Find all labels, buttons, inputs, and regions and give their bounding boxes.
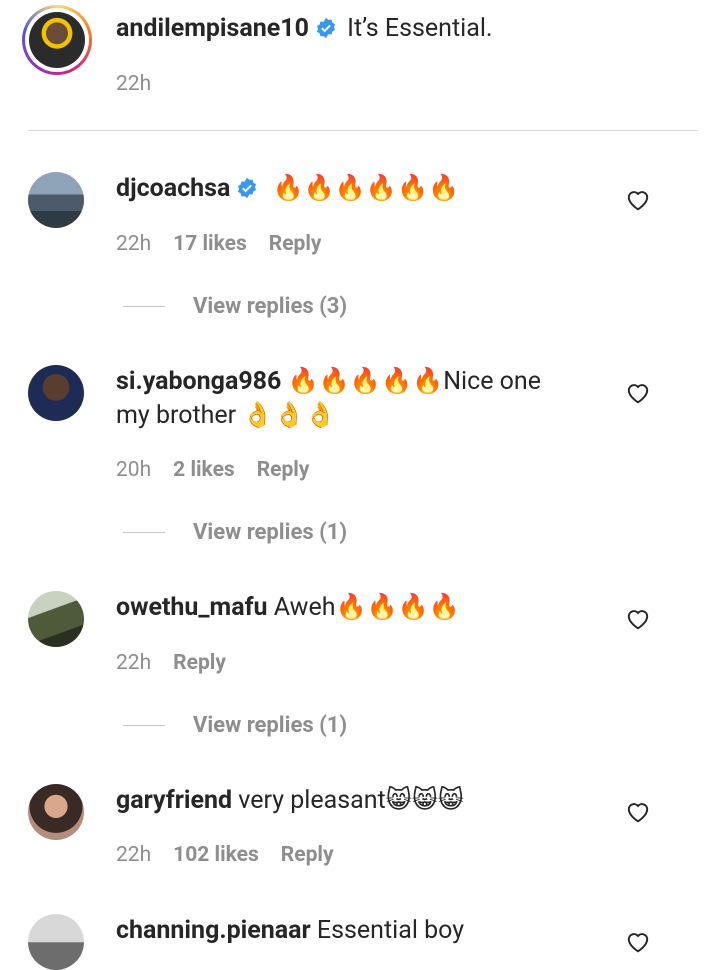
comment-username[interactable]: djcoachsa	[116, 174, 230, 203]
divider	[123, 532, 165, 533]
comment-text: very pleasant😸😸😸	[238, 786, 464, 815]
view-replies-button[interactable]: View replies (3)	[123, 294, 347, 319]
view-replies-label: View replies (1)	[193, 713, 348, 738]
view-replies-button[interactable]: View replies (1)	[123, 520, 347, 545]
avatar[interactable]	[28, 914, 84, 970]
caption-username[interactable]: andilempisane10	[116, 14, 309, 43]
comment-username[interactable]: si.yabonga986	[116, 367, 281, 396]
view-replies-label: View replies (1)	[193, 520, 348, 545]
comment-username[interactable]: channing.pienaar	[116, 916, 311, 945]
caption-avatar-ring[interactable]	[22, 5, 92, 75]
comment-text: 🔥🔥🔥🔥🔥Nice one	[287, 367, 541, 396]
verified-badge-icon	[315, 16, 337, 48]
avatar[interactable]	[28, 172, 84, 228]
comment-time: 22h	[116, 232, 152, 256]
avatar[interactable]	[28, 365, 84, 421]
comment-text: Essential boy	[316, 916, 465, 945]
comment-username[interactable]: garyfriend	[116, 786, 232, 815]
heart-icon[interactable]	[625, 380, 651, 404]
view-replies-label: View replies (3)	[193, 294, 348, 319]
reply-button[interactable]: Reply	[269, 232, 322, 256]
comment-time: 20h	[116, 458, 152, 482]
heart-icon[interactable]	[625, 799, 651, 823]
reply-button[interactable]: Reply	[173, 651, 226, 675]
likes-count[interactable]: 2 likes	[173, 458, 235, 482]
comment-text: my brother 👌👌👌	[116, 401, 336, 430]
heart-icon[interactable]	[625, 929, 651, 953]
comment-time: 22h	[116, 651, 152, 675]
avatar	[29, 12, 85, 68]
avatar[interactable]	[28, 591, 84, 647]
caption-time: 22h	[116, 72, 152, 96]
caption-text: It’s Essential.	[347, 14, 493, 43]
likes-count[interactable]: 102 likes	[173, 843, 259, 867]
avatar[interactable]	[28, 784, 84, 840]
heart-icon[interactable]	[625, 606, 651, 630]
divider	[28, 130, 698, 131]
divider	[123, 306, 165, 307]
reply-button[interactable]: Reply	[257, 458, 310, 482]
verified-badge-icon	[236, 175, 258, 209]
heart-icon[interactable]	[625, 187, 651, 211]
reply-button[interactable]: Reply	[281, 843, 334, 867]
comment-username[interactable]: owethu_mafu	[116, 593, 268, 622]
likes-count[interactable]: 17 likes	[173, 232, 247, 256]
comment-text: Aweh🔥🔥🔥🔥	[273, 593, 460, 622]
comment-time: 22h	[116, 843, 152, 867]
divider	[123, 725, 165, 726]
view-replies-button[interactable]: View replies (1)	[123, 713, 347, 738]
comment-text: 🔥🔥🔥🔥🔥🔥	[272, 174, 460, 203]
